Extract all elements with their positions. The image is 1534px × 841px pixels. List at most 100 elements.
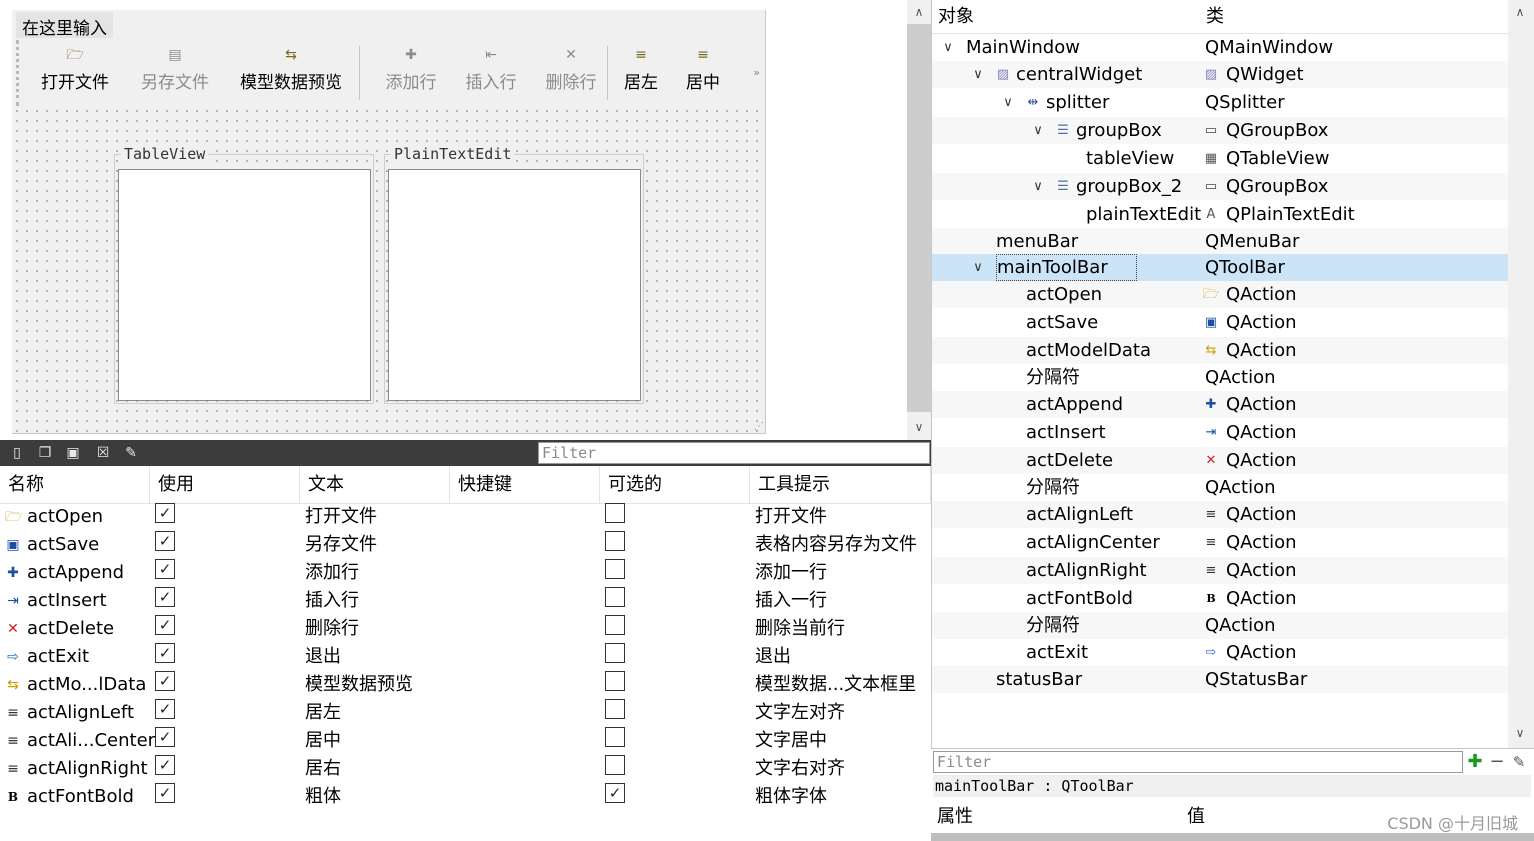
- checkable-checkbox[interactable]: [605, 559, 625, 579]
- column-header[interactable]: 快捷键: [450, 466, 600, 504]
- chevron-down-icon[interactable]: ∨: [1000, 89, 1016, 116]
- toolbar-button-add-row[interactable]: ✚ 添加行: [369, 40, 453, 106]
- scroll-up-icon[interactable]: ∧: [907, 1, 931, 23]
- used-checkbox[interactable]: ✓: [155, 559, 175, 579]
- checkable-checkbox[interactable]: [605, 615, 625, 635]
- object-tree-row[interactable]: ∨ ▨ centralWidget ▨ QWidget: [932, 61, 1509, 88]
- object-tree-row[interactable]: 分隔符 QAction: [932, 612, 1509, 639]
- object-tree-row[interactable]: statusBar QStatusBar: [932, 666, 1509, 693]
- action-row[interactable]: ✕ actDelete ✓ 删除行 删除当前行: [0, 615, 931, 643]
- chevron-down-icon[interactable]: ∨: [970, 254, 986, 281]
- checkable-checkbox[interactable]: [605, 531, 625, 551]
- remove-property-icon[interactable]: −: [1487, 751, 1507, 773]
- designer-scrollbar[interactable]: ∧ ∨: [907, 0, 931, 440]
- form-window[interactable]: 在这里输入 🗁 打开文件 ▤ 另存文件 ⇆ 模型数据预览 ✚ 添加行 ⇤ 插入行 ✕ 删除行 ≡ 居左 ≡ 居…: [12, 10, 766, 434]
- action-row[interactable]: ⇨ actExit ✓ 退出 退出: [0, 643, 931, 671]
- scrollbar-thumb[interactable]: [907, 24, 931, 412]
- object-tree-row[interactable]: actFontBold B QAction: [932, 585, 1509, 612]
- chevron-down-icon[interactable]: ∨: [940, 34, 956, 61]
- delete-action-icon[interactable]: ☒: [94, 444, 112, 462]
- action-row[interactable]: ≡ actAlignRight ✓ 居右 文字右对齐: [0, 755, 931, 783]
- scroll-down-icon[interactable]: ∨: [907, 416, 931, 438]
- action-row[interactable]: ≡ actAli...Center ✓ 居中 文字居中: [0, 727, 931, 755]
- object-tree-row[interactable]: actExit ⇨ QAction: [932, 639, 1509, 666]
- chevron-down-icon[interactable]: ∨: [1030, 173, 1046, 200]
- object-tree-row[interactable]: 分隔符 QAction: [932, 364, 1509, 391]
- used-checkbox[interactable]: ✓: [155, 531, 175, 551]
- object-tree-row[interactable]: ∨ ⇹ splitter QSplitter: [932, 89, 1509, 116]
- object-tree-row[interactable]: actModelData ⇆ QAction: [932, 337, 1509, 364]
- table-view[interactable]: [118, 169, 371, 401]
- object-tree-row[interactable]: actAlignRight ≡ QAction: [932, 557, 1509, 584]
- column-header[interactable]: 名称: [0, 466, 150, 504]
- groupbox-plaintextedit[interactable]: PlainTextEdit: [384, 145, 644, 404]
- object-tree-row[interactable]: tableView ▦ QTableView: [932, 145, 1509, 172]
- object-tree-row[interactable]: ∨ MainWindow QMainWindow: [932, 34, 1509, 61]
- scroll-up-icon[interactable]: ∧: [1508, 1, 1532, 23]
- checkable-checkbox[interactable]: [605, 699, 625, 719]
- groupbox-tableview[interactable]: TableView: [114, 145, 374, 404]
- chevron-down-icon[interactable]: ∨: [970, 61, 986, 88]
- action-row[interactable]: 🗁 actOpen ✓ 打开文件 打开文件: [0, 503, 931, 531]
- checkable-checkbox[interactable]: [605, 503, 625, 523]
- configure-icon[interactable]: ✎: [1509, 751, 1529, 773]
- class-column-header[interactable]: 类: [1200, 0, 1509, 34]
- property-filter-input[interactable]: Filter: [933, 751, 1463, 773]
- object-tree-row[interactable]: ∨ ☰ groupBox_2 ▭ QGroupBox: [932, 173, 1509, 200]
- toolbar-button-model-data[interactable]: ⇆ 模型数据预览: [225, 40, 357, 106]
- action-row[interactable]: ⇥ actInsert ✓ 插入行 插入一行: [0, 587, 931, 615]
- used-checkbox[interactable]: ✓: [155, 755, 175, 775]
- menu-type-here-placeholder[interactable]: 在这里输入: [16, 12, 113, 39]
- plain-text-edit[interactable]: [388, 169, 641, 401]
- checkable-checkbox[interactable]: [605, 727, 625, 747]
- action-row[interactable]: ▣ actSave ✓ 另存文件 表格内容另存为文件: [0, 531, 931, 559]
- object-tree-row[interactable]: ∨ ☰ groupBox ▭ QGroupBox: [932, 117, 1509, 144]
- paste-action-icon[interactable]: ▣: [64, 444, 82, 462]
- used-checkbox[interactable]: ✓: [155, 615, 175, 635]
- object-tree-row[interactable]: plainTextEdit A QPlainTextEdit: [932, 201, 1509, 228]
- toolbar-button-align-left[interactable]: ≡ 居左: [615, 40, 667, 106]
- central-widget-canvas[interactable]: TableView PlainTextEdit ⋰: [12, 106, 765, 433]
- used-checkbox[interactable]: ✓: [155, 699, 175, 719]
- toolbar-button-insert-row[interactable]: ⇤ 插入行: [449, 40, 533, 106]
- used-checkbox[interactable]: ✓: [155, 643, 175, 663]
- property-column-header[interactable]: 属性: [931, 799, 1181, 835]
- copy-action-icon[interactable]: ❐: [36, 444, 54, 462]
- used-checkbox[interactable]: ✓: [155, 783, 175, 803]
- column-header[interactable]: 使用: [150, 466, 300, 504]
- checkable-checkbox[interactable]: [605, 671, 625, 691]
- column-header[interactable]: 文本: [300, 466, 450, 504]
- object-tree-row[interactable]: menuBar QMenuBar: [932, 228, 1509, 255]
- toolbar-extension-icon[interactable]: »: [753, 66, 760, 79]
- object-tree-row[interactable]: 分隔符 QAction: [932, 474, 1509, 501]
- checkable-checkbox[interactable]: ✓: [605, 783, 625, 803]
- object-tree-row[interactable]: actDelete ✕ QAction: [932, 447, 1509, 474]
- object-tree-row[interactable]: actAlignLeft ≡ QAction: [932, 501, 1509, 528]
- column-header[interactable]: 工具提示: [750, 466, 931, 504]
- action-row[interactable]: ≡ actAlignLeft ✓ 居左 文字左对齐: [0, 699, 931, 727]
- action-row[interactable]: BactFontBold ✓ 粗体 ✓ 粗体字体: [0, 783, 931, 811]
- object-tree-row[interactable]: ∨ mainToolBar QToolBar: [932, 254, 1509, 281]
- object-tree-row[interactable]: actAppend ✚ QAction: [932, 391, 1509, 418]
- action-row[interactable]: ⇆ actMo...lData ✓ 模型数据预览 模型数据...文本框里: [0, 671, 931, 699]
- used-checkbox[interactable]: ✓: [155, 587, 175, 607]
- toolbar-button-align-center[interactable]: ≡ 居中: [677, 40, 729, 106]
- chevron-down-icon[interactable]: ∨: [1030, 117, 1046, 144]
- checkable-checkbox[interactable]: [605, 643, 625, 663]
- configure-icon[interactable]: ✎: [122, 444, 140, 462]
- object-inspector-scrollbar[interactable]: ∧ ∨: [1508, 0, 1534, 748]
- add-property-icon[interactable]: ✚: [1465, 751, 1485, 773]
- toolbar-button-folder-open[interactable]: 🗁 打开文件: [29, 40, 121, 106]
- used-checkbox[interactable]: ✓: [155, 727, 175, 747]
- toolbar-button-delete-row[interactable]: ✕ 删除行: [529, 40, 613, 106]
- object-tree-row[interactable]: actAlignCenter ≡ QAction: [932, 529, 1509, 556]
- object-tree-row[interactable]: actSave ▣ QAction: [932, 309, 1509, 336]
- used-checkbox[interactable]: ✓: [155, 671, 175, 691]
- object-tree-row[interactable]: actInsert ⇥ QAction: [932, 419, 1509, 446]
- resize-grip-icon[interactable]: ⋰: [754, 421, 764, 432]
- checkable-checkbox[interactable]: [605, 587, 625, 607]
- object-column-header[interactable]: 对象: [932, 0, 1200, 34]
- toolbar-button-save[interactable]: ▤ 另存文件: [129, 40, 221, 106]
- object-tree-row[interactable]: actOpen 🗁 QAction: [932, 281, 1509, 308]
- checkable-checkbox[interactable]: [605, 755, 625, 775]
